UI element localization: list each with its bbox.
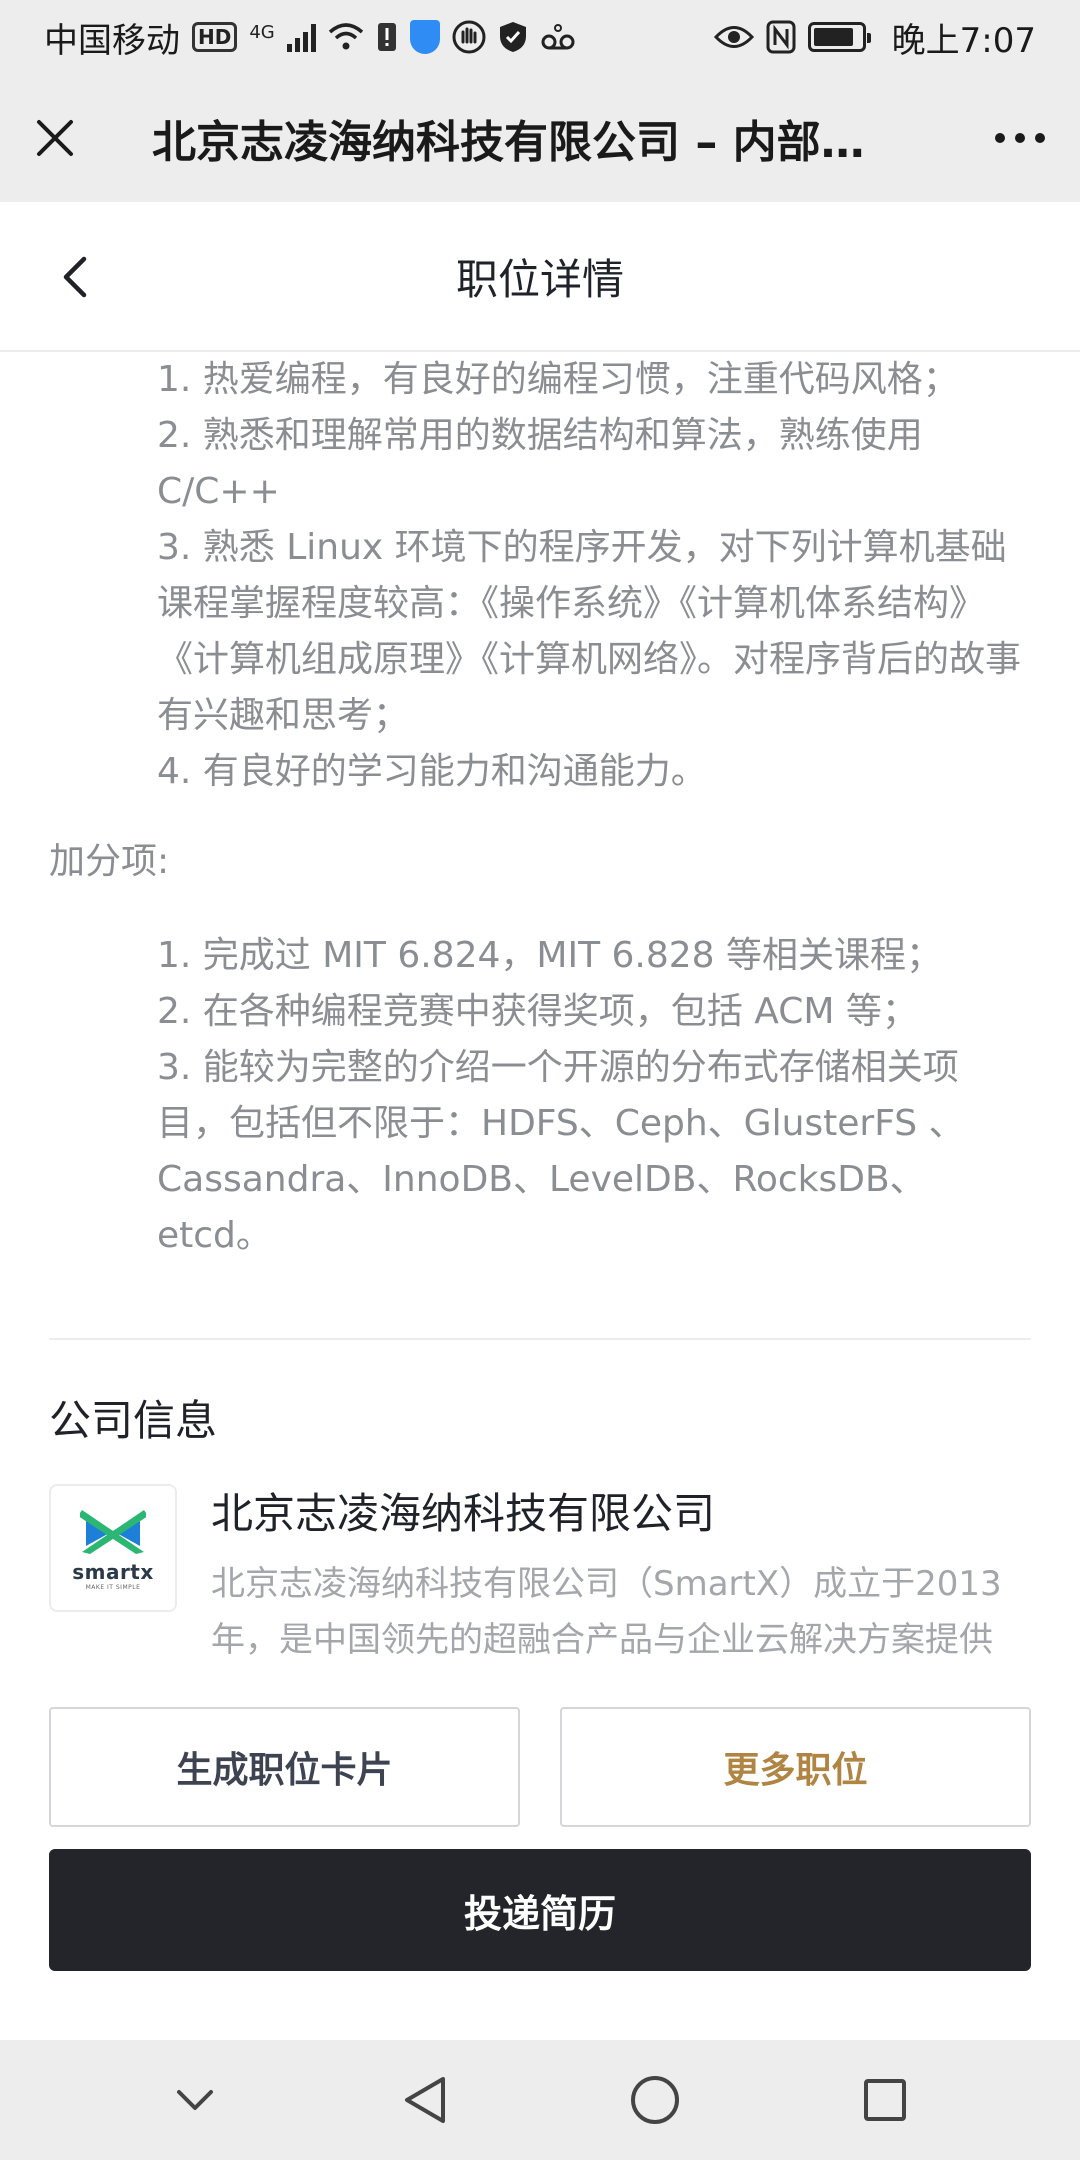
more-dot-icon <box>1015 133 1025 143</box>
battery-icon <box>807 22 871 52</box>
smartx-logo-icon <box>80 1509 146 1554</box>
list-item: 1. 完成过 MIT 6.824，MIT 6.828 等相关课程； <box>157 935 943 976</box>
system-nav-bar <box>0 2040 1080 2160</box>
generate-job-card-button[interactable]: 生成职位卡片 <box>49 1707 520 1827</box>
status-right: 晚上7:07 <box>713 13 1036 62</box>
company-name: 北京志凌海纳科技有限公司 <box>211 1489 716 1538</box>
clock-label: 晚上7:07 <box>891 20 1036 61</box>
nav-collapse-button[interactable] <box>150 2055 240 2145</box>
requirements-list: 1. 热爱编程，有良好的编程习惯，注重代码风格； 2. 熟悉和理解常用的数据结构… <box>0 352 1080 800</box>
more-options-button[interactable] <box>960 74 1080 202</box>
square-recents-icon <box>864 2079 906 2121</box>
secondary-button-row: 生成职位卡片 更多职位 <box>49 1707 1031 1827</box>
list-item: 2. 熟悉和理解常用的数据结构和算法，熟练使用 C/C++ <box>157 415 923 512</box>
company-section-title: 公司信息 <box>49 1396 218 1445</box>
section-divider <box>49 1338 1031 1340</box>
signal-icon <box>286 22 316 52</box>
back-button[interactable] <box>40 242 110 312</box>
company-logo-text: smartx <box>72 1559 154 1584</box>
hand-icon <box>452 19 486 55</box>
page-header: 职位详情 <box>0 202 1080 352</box>
network-type-label: 4G <box>249 22 275 43</box>
company-logo: smartx MAKE IT SIMPLE <box>49 1484 177 1612</box>
triangle-back-icon <box>405 2077 445 2123</box>
more-jobs-button[interactable]: 更多职位 <box>560 1707 1031 1827</box>
webview-header: 北京志凌海纳科技有限公司 – 内部… <box>0 74 1080 202</box>
wifi-icon <box>328 19 364 55</box>
webview-title: 北京志凌海纳科技有限公司 – 内部… <box>152 117 865 168</box>
more-dot-icon <box>1035 133 1045 143</box>
company-description: 北京志凌海纳科技有限公司（SmartX）成立于2013年，是中国领先的超融合产品… <box>211 1564 1002 1660</box>
nav-recents-button[interactable] <box>840 2055 930 2145</box>
shield-check-icon <box>498 19 528 55</box>
list-item: 3. 能较为完整的介绍一个开源的分布式存储相关项目，包括但不限于：HDFS、Ce… <box>157 1047 965 1256</box>
carrier-label: 中国移动 <box>44 20 180 61</box>
close-button[interactable] <box>0 74 110 202</box>
close-icon <box>37 120 73 156</box>
bonus-list: 1. 完成过 MIT 6.824，MIT 6.828 等相关课程； 2. 在各种… <box>0 928 1080 1264</box>
chevron-left-icon <box>63 256 87 298</box>
nav-home-button[interactable] <box>610 2055 700 2145</box>
eye-icon <box>713 19 754 55</box>
list-item: 2. 在各种编程竞赛中获得奖项，包括 ACM 等； <box>157 991 918 1032</box>
status-bar: 中国移动 HD 4G 晚上7:07 <box>0 0 1080 74</box>
submit-resume-button[interactable]: 投递简历 <box>49 1849 1031 1971</box>
action-area: 生成职位卡片 更多职位 投递简历 <box>0 1664 1080 2040</box>
alert-icon <box>376 19 398 55</box>
company-card[interactable]: smartx MAKE IT SIMPLE 北京志凌海纳科技有限公司 北京志凌海… <box>49 1484 1039 1664</box>
company-info: 北京志凌海纳科技有限公司 北京志凌海纳科技有限公司（SmartX）成立于2013… <box>211 1484 1031 1664</box>
more-dot-icon <box>995 133 1005 143</box>
circle-home-icon <box>631 2076 679 2124</box>
job-detail-content: 1. 热爱编程，有良好的编程习惯，注重代码风格； 2. 熟悉和理解常用的数据结构… <box>0 352 1080 1264</box>
voicemail-icon <box>540 19 576 55</box>
list-item: 1. 热爱编程，有良好的编程习惯，注重代码风格； <box>157 359 959 400</box>
hd-icon: HD <box>192 22 238 52</box>
nfc-icon <box>766 19 796 55</box>
company-logo-subtext: MAKE IT SIMPLE <box>85 1583 141 1591</box>
list-item: 4. 有良好的学习能力和沟通能力。 <box>157 751 707 792</box>
list-item: 3. 熟悉 Linux 环境下的程序开发，对下列计算机基础课程掌握程度较高：《操… <box>157 527 1022 736</box>
bonus-label: 加分项: <box>49 841 170 882</box>
chevron-down-icon <box>177 2090 213 2110</box>
page-title: 职位详情 <box>455 254 624 304</box>
security-shield-icon <box>409 20 440 54</box>
nav-back-button[interactable] <box>380 2055 470 2145</box>
status-left: 中国移动 HD 4G <box>44 13 576 62</box>
